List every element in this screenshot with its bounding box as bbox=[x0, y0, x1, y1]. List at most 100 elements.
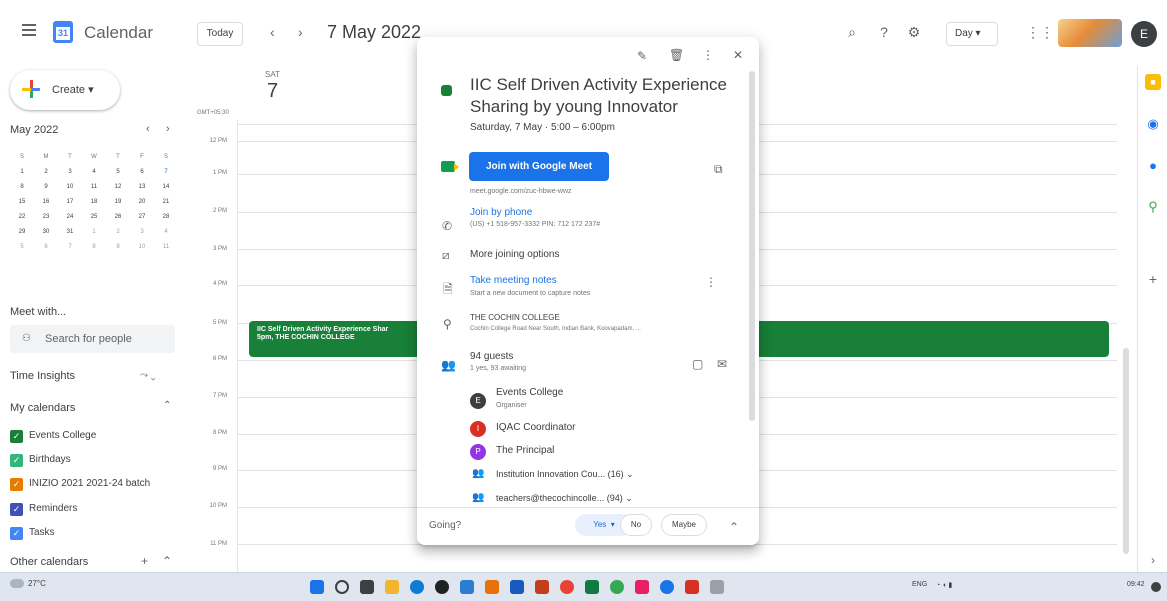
collapse-icon[interactable]: ⌃ bbox=[163, 400, 171, 411]
more-options-icon[interactable]: ⋮ bbox=[702, 48, 714, 62]
mini-day[interactable]: 1 bbox=[82, 225, 106, 240]
guest-group[interactable]: teachers@thecochincolle... (94) ⌄ bbox=[496, 493, 633, 504]
email-icon[interactable]: ✉ bbox=[717, 357, 727, 371]
app-icon[interactable] bbox=[485, 580, 499, 594]
organisation-logo[interactable] bbox=[1058, 19, 1122, 47]
time-insights-heading[interactable]: Time Insights bbox=[10, 370, 75, 382]
app-icon[interactable] bbox=[435, 580, 449, 594]
join-by-phone-link[interactable]: Join by phone bbox=[470, 207, 532, 218]
mini-day[interactable]: 15 bbox=[10, 195, 34, 210]
mini-day[interactable]: 2 bbox=[106, 225, 130, 240]
mini-day[interactable]: 5 bbox=[10, 240, 34, 255]
mini-day[interactable]: 6 bbox=[34, 240, 58, 255]
mini-day[interactable]: 4 bbox=[154, 225, 178, 240]
copy-icon[interactable]: ⧉ bbox=[714, 162, 723, 177]
chevron-down-icon[interactable]: ▾ bbox=[609, 520, 615, 529]
view-selector[interactable]: Day ▾ bbox=[946, 22, 998, 46]
mini-day[interactable]: 22 bbox=[10, 210, 34, 225]
app-icon[interactable] bbox=[635, 580, 649, 594]
help-icon[interactable]: ? bbox=[874, 22, 894, 42]
maps-icon[interactable]: ⚲ bbox=[1145, 199, 1161, 215]
apps-grid-icon[interactable]: ⋮⋮ bbox=[1026, 22, 1054, 42]
mini-day[interactable]: 3 bbox=[58, 165, 82, 180]
tasks-icon[interactable]: ◉ bbox=[1145, 116, 1161, 132]
chevron-up-icon[interactable]: ⌃ bbox=[729, 520, 739, 534]
rsvp-no-button[interactable]: No bbox=[620, 514, 652, 536]
account-avatar[interactable]: E bbox=[1131, 21, 1157, 47]
mini-day[interactable]: 20 bbox=[130, 195, 154, 210]
checkbox-checked-icon[interactable]: ✓ bbox=[10, 527, 23, 540]
mini-day[interactable]: 19 bbox=[106, 195, 130, 210]
network-volume-icon[interactable]: ◔ ◖ ▮ bbox=[936, 581, 952, 589]
checkbox-checked-icon[interactable]: ✓ bbox=[10, 503, 23, 516]
windows-start-icon[interactable] bbox=[310, 580, 324, 594]
app-icon[interactable] bbox=[610, 580, 624, 594]
chevron-right-icon[interactable]: › bbox=[298, 24, 303, 40]
add-calendar-icon[interactable]: + bbox=[141, 554, 148, 568]
task-view-icon[interactable] bbox=[360, 580, 374, 594]
day-number[interactable]: 7 bbox=[267, 80, 278, 103]
join-meet-button[interactable]: Join with Google Meet bbox=[469, 152, 609, 181]
app-icon[interactable] bbox=[660, 580, 674, 594]
more-joining-options-link[interactable]: More joining options bbox=[470, 249, 560, 260]
weather-widget[interactable]: 27°C bbox=[10, 579, 46, 589]
location-address[interactable]: Cochin College Road Near South, Indian B… bbox=[470, 326, 641, 332]
popup-scrollbar[interactable] bbox=[749, 71, 755, 421]
mini-prev-icon[interactable]: ‹ bbox=[146, 123, 150, 135]
mini-day[interactable]: 9 bbox=[34, 180, 58, 195]
checkbox-checked-icon[interactable]: ✓ bbox=[10, 478, 23, 491]
my-calendars-heading[interactable]: My calendars bbox=[10, 402, 75, 414]
mini-day[interactable]: 30 bbox=[34, 225, 58, 240]
mini-day[interactable]: 31 bbox=[58, 225, 82, 240]
powerpoint-icon[interactable] bbox=[535, 580, 549, 594]
clock[interactable]: 09:42 bbox=[1127, 581, 1145, 588]
mini-day[interactable]: 24 bbox=[58, 210, 82, 225]
file-explorer-icon[interactable] bbox=[385, 580, 399, 594]
mini-day[interactable]: 27 bbox=[130, 210, 154, 225]
mini-day[interactable]: 26 bbox=[106, 210, 130, 225]
chevron-left-icon[interactable]: ‹ bbox=[270, 24, 275, 40]
rsvp-maybe-button[interactable]: Maybe bbox=[661, 514, 707, 536]
expand-panel-icon[interactable]: › bbox=[1145, 552, 1161, 568]
delete-icon[interactable]: 🗑 bbox=[669, 48, 684, 62]
mini-day[interactable]: 16 bbox=[34, 195, 58, 210]
excel-icon[interactable] bbox=[585, 580, 599, 594]
keep-icon[interactable]: ■ bbox=[1145, 74, 1161, 90]
mini-day[interactable]: 10 bbox=[58, 180, 82, 195]
mini-day[interactable]: 2 bbox=[34, 165, 58, 180]
edit-pencil-icon[interactable]: ✎ bbox=[637, 49, 647, 63]
mini-day[interactable]: 13 bbox=[130, 180, 154, 195]
today-button[interactable]: Today bbox=[197, 22, 243, 46]
word-icon[interactable] bbox=[510, 580, 524, 594]
mini-day-selected[interactable]: 7 bbox=[154, 165, 178, 180]
insights-icon[interactable]: ⤳ ⌄ bbox=[140, 370, 156, 381]
search-people-input[interactable]: ⚇ Search for people bbox=[10, 325, 175, 353]
mini-day[interactable]: 8 bbox=[10, 180, 34, 195]
mini-day[interactable]: 29 bbox=[10, 225, 34, 240]
search-icon[interactable]: ⌕ bbox=[842, 22, 862, 42]
meet-link[interactable]: meet.google.com/zuc-hbwe-wwz bbox=[470, 188, 572, 195]
store-icon[interactable] bbox=[460, 580, 474, 594]
mini-day[interactable]: 5 bbox=[106, 165, 130, 180]
collapse-icon[interactable]: ⌃ bbox=[162, 554, 172, 568]
mini-day[interactable]: 18 bbox=[82, 195, 106, 210]
notification-icon[interactable] bbox=[1151, 582, 1161, 592]
mini-day[interactable]: 11 bbox=[154, 240, 178, 255]
mini-day[interactable]: 17 bbox=[58, 195, 82, 210]
mini-day[interactable]: 8 bbox=[82, 240, 106, 255]
mini-day[interactable]: 25 bbox=[82, 210, 106, 225]
mini-next-icon[interactable]: › bbox=[166, 123, 170, 135]
mini-day[interactable]: 12 bbox=[106, 180, 130, 195]
mini-day[interactable]: 11 bbox=[82, 180, 106, 195]
language-indicator[interactable]: ENG bbox=[912, 581, 927, 588]
mini-day[interactable]: 28 bbox=[154, 210, 178, 225]
create-button[interactable]: Create ▾ bbox=[10, 70, 120, 110]
take-meeting-notes-link[interactable]: Take meeting notes bbox=[470, 275, 557, 286]
chrome-icon[interactable] bbox=[560, 580, 574, 594]
notes-more-icon[interactable]: ⋮ bbox=[705, 275, 717, 289]
mini-day[interactable]: 14 bbox=[154, 180, 178, 195]
grid-scrollbar[interactable] bbox=[1123, 348, 1129, 554]
mini-day[interactable]: 10 bbox=[130, 240, 154, 255]
add-addon-icon[interactable]: + bbox=[1145, 271, 1161, 287]
close-icon[interactable]: ✕ bbox=[733, 48, 743, 62]
